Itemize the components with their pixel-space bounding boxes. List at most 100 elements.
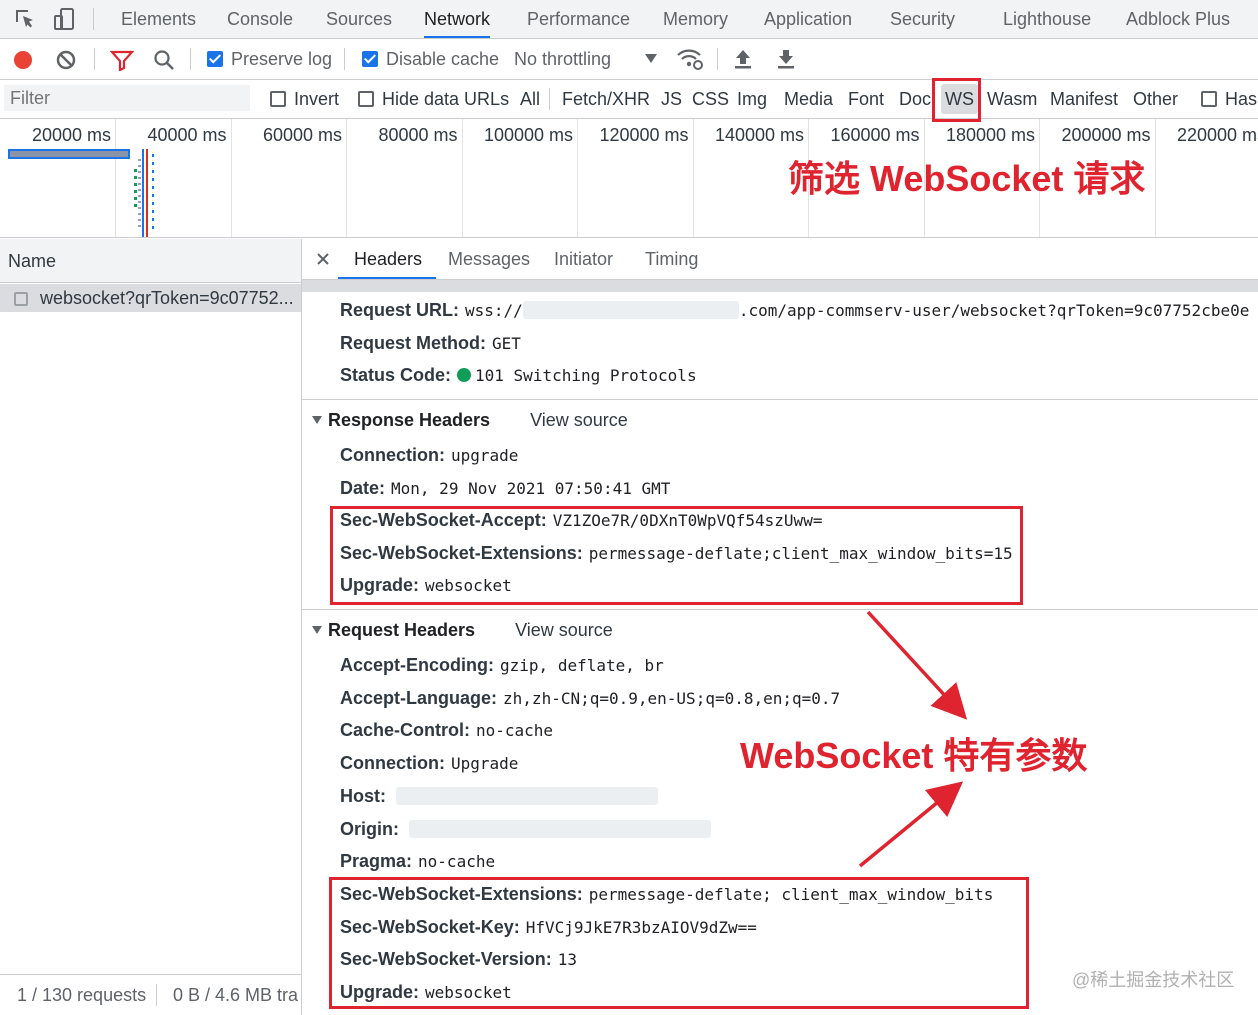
filter-type-font[interactable]: Font bbox=[848, 80, 884, 118]
close-icon[interactable] bbox=[316, 252, 330, 266]
filter-type-js[interactable]: JS bbox=[661, 80, 682, 118]
tab-adblock-plus[interactable]: Adblock Plus bbox=[1126, 0, 1230, 38]
clear-icon[interactable] bbox=[55, 49, 77, 71]
header-row: Connection: Upgrade bbox=[340, 753, 518, 774]
tab-application[interactable]: Application bbox=[764, 0, 852, 38]
tab-sources[interactable]: Sources bbox=[326, 0, 392, 38]
response-ws-params-box bbox=[330, 506, 1023, 605]
dropdown-arrow-icon[interactable] bbox=[645, 54, 657, 64]
hide-data-urls-checkbox[interactable]: Hide data URLs bbox=[358, 80, 509, 118]
header-value: no-cache bbox=[476, 721, 554, 741]
filter-type-all[interactable]: All bbox=[520, 80, 540, 118]
header-key: Accept-Language: bbox=[340, 687, 498, 708]
header-row: Connection: upgrade bbox=[340, 445, 518, 466]
annotation-filter-ws: 筛选 WebSocket 请求 bbox=[788, 158, 1146, 199]
record-icon[interactable] bbox=[12, 49, 34, 71]
response-headers-section[interactable]: Response Headers View source bbox=[312, 410, 628, 431]
overview-tick-label: 20000 ms bbox=[31, 125, 111, 145]
details-tab-messages[interactable]: Messages bbox=[448, 239, 530, 279]
overview-tick-label: 100000 ms bbox=[483, 125, 573, 145]
overview-grid-line bbox=[577, 119, 578, 237]
network-conditions-icon[interactable] bbox=[676, 47, 704, 71]
has-blocked-cookies-checkbox[interactable]: Has bbox=[1201, 80, 1257, 118]
filter-bar: Invert Hide data URLs All Fetch/XHR JS CSSI… bbox=[0, 80, 1258, 119]
filter-type-img[interactable]: Img bbox=[737, 80, 767, 118]
status-bar: 1 / 130 requests 0 B / 4.6 MB tra bbox=[0, 974, 301, 1015]
document-icon bbox=[14, 292, 28, 306]
filter-input[interactable] bbox=[4, 85, 250, 111]
invert-checkbox[interactable]: Invert bbox=[270, 80, 339, 118]
filter-type-css[interactable]: CSS bbox=[692, 80, 729, 118]
tab-network[interactable]: Network bbox=[424, 0, 491, 38]
scrolled-section-edge bbox=[302, 280, 1258, 292]
header-key: Origin: bbox=[340, 818, 399, 839]
devtools-tab-bar: Elements Console Sources Network Performance… bbox=[0, 0, 1258, 39]
tab-lighthouse[interactable]: Lighthouse bbox=[1003, 0, 1091, 38]
watermark: @稀土掘金技术社区 bbox=[1072, 970, 1235, 990]
overview-request-marks bbox=[130, 149, 160, 237]
overview-tick-label: 140000 ms bbox=[714, 125, 804, 145]
checkbox-unchecked-icon bbox=[1201, 91, 1217, 107]
filter-type-media[interactable]: Media bbox=[784, 80, 833, 118]
checkbox-unchecked-icon bbox=[270, 91, 286, 107]
details-tab-initiator[interactable]: Initiator bbox=[554, 239, 613, 279]
disable-cache-checkbox[interactable]: Disable cache bbox=[362, 39, 499, 79]
header-key: Accept-Encoding: bbox=[340, 655, 495, 675]
import-har-icon[interactable] bbox=[733, 48, 753, 70]
checkbox-checked-icon bbox=[207, 51, 223, 67]
device-toolbar-icon[interactable] bbox=[53, 7, 77, 31]
overview-tick-label: 120000 ms bbox=[599, 125, 689, 145]
redacted-value bbox=[396, 786, 658, 805]
header-row: Origin: bbox=[340, 819, 711, 840]
throttling-select[interactable]: No throttling bbox=[514, 39, 611, 79]
view-source-link[interactable]: View source bbox=[530, 410, 628, 430]
tab-performance[interactable]: Performance bbox=[527, 0, 630, 38]
request-headers-section[interactable]: Request Headers View source bbox=[312, 620, 613, 641]
overview-tick-label: 180000 ms bbox=[945, 125, 1035, 145]
request-url-row: Request URL: wss://.com/app-commserv-user… bbox=[340, 300, 1250, 320]
tab-elements[interactable]: Elements bbox=[121, 0, 196, 38]
redacted-value bbox=[409, 819, 711, 838]
overview-tick-label: 40000 ms bbox=[147, 125, 227, 145]
details-tab-timing[interactable]: Timing bbox=[645, 239, 698, 279]
header-value: no-cache bbox=[418, 852, 496, 872]
inspect-element-icon[interactable] bbox=[13, 7, 37, 31]
redacted-host bbox=[522, 301, 739, 319]
overview-grid-line bbox=[230, 119, 232, 237]
details-tab-headers[interactable]: Headers bbox=[338, 239, 437, 279]
tab-security[interactable]: Security bbox=[890, 0, 955, 38]
filter-icon[interactable] bbox=[110, 49, 134, 71]
filter-type-wasm[interactable]: Wasm bbox=[987, 80, 1037, 118]
name-column-header[interactable]: Name bbox=[0, 239, 301, 283]
header-row: Accept-Encoding: gzip, deflate, br bbox=[340, 655, 664, 676]
details-tab-bar: Headers Messages Initiator Timing bbox=[302, 239, 1258, 280]
filter-type-doc[interactable]: Doc bbox=[899, 80, 931, 118]
filter-type-manifest[interactable]: Manifest bbox=[1050, 80, 1118, 118]
request-method-row: Request Method: GET bbox=[340, 333, 521, 353]
overview-selection-bar bbox=[8, 149, 130, 159]
header-row: Date: Mon, 29 Nov 2021 07:50:41 GMT bbox=[340, 478, 670, 499]
header-value: upgrade bbox=[451, 446, 519, 465]
export-har-icon[interactable] bbox=[776, 48, 796, 70]
header-key: Date: bbox=[340, 477, 386, 498]
view-source-link[interactable]: View source bbox=[515, 620, 613, 640]
status-code-row: Status Code: 101 Switching Protocols bbox=[340, 365, 697, 385]
overview-tick-label: 60000 ms bbox=[262, 125, 342, 145]
header-row: Pragma: no-cache bbox=[340, 851, 495, 872]
status-ok-icon bbox=[457, 368, 472, 382]
tab-memory[interactable]: Memory bbox=[663, 0, 728, 38]
filter-type-other[interactable]: Other bbox=[1133, 80, 1178, 118]
header-row: Cache-Control: no-cache bbox=[340, 720, 553, 741]
overview-tick-label: 200000 ms bbox=[1061, 125, 1151, 145]
header-key: Host: bbox=[340, 785, 386, 806]
expand-triangle-icon bbox=[312, 416, 322, 424]
preserve-log-checkbox[interactable]: Preserve log bbox=[207, 39, 332, 79]
request-ws-params-box bbox=[329, 877, 1029, 1009]
header-value: gzip, deflate, br bbox=[500, 656, 664, 675]
header-row: Accept-Language: zh,zh-CN;q=0.9,en-US;q=0… bbox=[340, 688, 840, 709]
search-icon[interactable] bbox=[152, 48, 176, 72]
checkbox-unchecked-icon bbox=[358, 91, 374, 107]
filter-type-fetchxhr[interactable]: Fetch/XHR bbox=[562, 80, 650, 118]
table-row[interactable]: websocket?qrToken=9c07752... bbox=[0, 284, 301, 312]
tab-console[interactable]: Console bbox=[227, 0, 293, 38]
